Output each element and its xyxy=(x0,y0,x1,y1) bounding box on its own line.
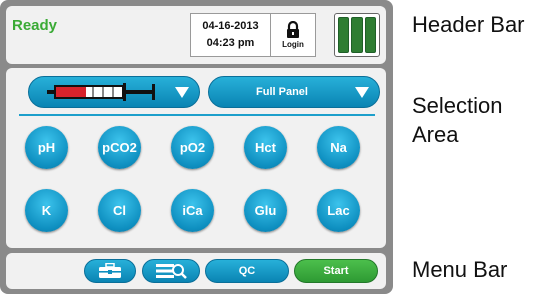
analyte-button-lac[interactable]: Lac xyxy=(317,189,360,232)
analyte-button-glu[interactable]: Glu xyxy=(244,189,287,232)
data-search-button[interactable] xyxy=(142,259,200,283)
analyte-button-na[interactable]: Na xyxy=(317,126,360,169)
search-list-icon xyxy=(156,264,187,279)
analyte-button-pco2[interactable]: pCO2 xyxy=(98,126,141,169)
login-label: Login xyxy=(282,40,304,49)
battery-cell xyxy=(364,17,376,53)
divider xyxy=(19,114,375,116)
battery-cell xyxy=(338,17,350,53)
analyte-button-ph[interactable]: pH xyxy=(25,126,68,169)
datetime-display: 04-16-2013 04:23 pm xyxy=(190,13,271,57)
qc-button[interactable]: QC xyxy=(205,259,289,283)
time-text: 04:23 pm xyxy=(206,37,255,49)
analyte-button-hct[interactable]: Hct xyxy=(244,126,287,169)
selection-area-callout-line2: Area xyxy=(412,122,459,147)
selection-area-callout-line1: Selection xyxy=(412,93,503,118)
analyte-button-cl[interactable]: Cl xyxy=(98,189,141,232)
status-text: Ready xyxy=(12,17,58,34)
analyte-button-k[interactable]: K xyxy=(25,189,68,232)
device-screen: Ready 04-16-2013 04:23 pm Login Full Pan… xyxy=(0,0,393,294)
battery-indicator xyxy=(334,13,380,57)
toolbox-button[interactable] xyxy=(84,259,136,283)
chevron-down-icon xyxy=(175,87,189,98)
header-bar-callout: Header Bar xyxy=(412,12,525,37)
selection-area: Full Panel pH pCO2 pO2 Hct Na K Cl iCa G… xyxy=(6,68,386,248)
panel-dropdown[interactable]: Full Panel xyxy=(208,76,380,108)
sample-type-dropdown[interactable] xyxy=(28,76,200,108)
header-bar: Ready 04-16-2013 04:23 pm Login xyxy=(6,6,386,64)
analyte-button-ica[interactable]: iCa xyxy=(171,189,214,232)
date-text: 04-16-2013 xyxy=(202,20,259,32)
menu-bar: QC Start xyxy=(6,253,386,289)
chevron-down-icon xyxy=(355,87,369,98)
battery-cell xyxy=(351,17,363,53)
login-button[interactable]: Login xyxy=(271,13,316,57)
panel-dropdown-label: Full Panel xyxy=(256,86,308,98)
lock-icon xyxy=(287,21,299,38)
analyte-button-po2[interactable]: pO2 xyxy=(171,126,214,169)
start-button[interactable]: Start xyxy=(294,259,378,283)
menu-bar-callout: Menu Bar xyxy=(412,257,508,282)
syringe-icon xyxy=(47,83,155,101)
toolbox-icon xyxy=(99,263,121,278)
